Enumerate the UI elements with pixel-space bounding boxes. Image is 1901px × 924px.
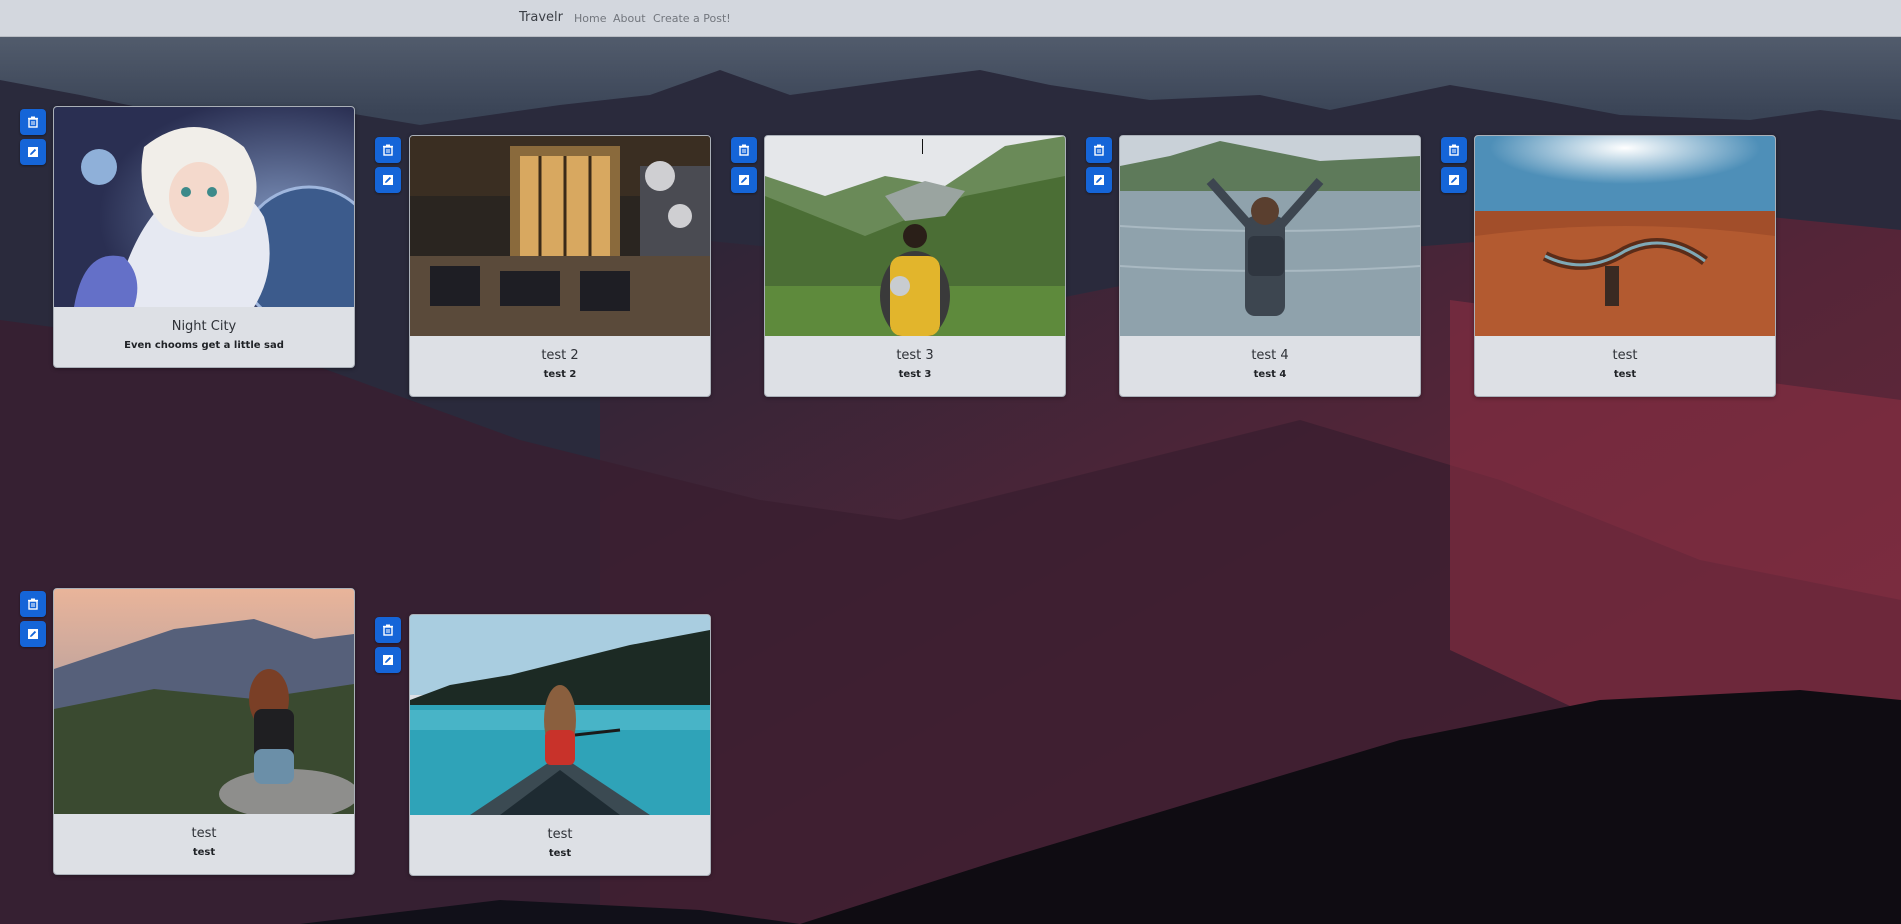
edit-post-button[interactable] (731, 167, 757, 193)
card-text: test (548, 848, 572, 859)
edit-post-button[interactable] (1086, 167, 1112, 193)
edit-icon (383, 175, 393, 185)
card-body: test 2 test 2 (410, 336, 710, 396)
card-body: Night City Even chooms get a little sad (54, 307, 354, 367)
card-title: test (191, 826, 217, 841)
hiker-valley-image (765, 136, 1065, 336)
card-text: test (192, 847, 216, 858)
card-text: Even chooms get a little sad (124, 340, 284, 351)
delete-post-button[interactable] (375, 617, 401, 643)
edit-icon (28, 147, 38, 157)
edit-icon (383, 655, 393, 665)
restaurant-interior-image (410, 136, 710, 336)
lake-cheer-image (1120, 136, 1420, 336)
card-title: test 2 (541, 348, 579, 363)
delete-post-button[interactable] (20, 109, 46, 135)
canoe-lake-image (410, 615, 710, 815)
post-card[interactable]: test 3 test 3 (764, 135, 1066, 397)
post-card[interactable]: test test (1474, 135, 1776, 397)
delete-post-button[interactable] (1441, 137, 1467, 163)
edit-post-button[interactable] (20, 621, 46, 647)
trash-icon (28, 116, 38, 128)
card-title: test 4 (1251, 348, 1289, 363)
mountain-sunset-image (54, 589, 354, 814)
trash-icon (1449, 144, 1459, 156)
edit-post-button[interactable] (375, 647, 401, 673)
edit-post-button[interactable] (20, 139, 46, 165)
trash-icon (739, 144, 749, 156)
card-body: test test (1475, 336, 1775, 396)
post-card[interactable]: Night City Even chooms get a little sad (53, 106, 355, 368)
card-text: test 4 (1253, 369, 1287, 380)
post-card[interactable]: test test (409, 614, 711, 876)
card-text: test 3 (898, 369, 932, 380)
edit-post-button[interactable] (1441, 167, 1467, 193)
nav-link-home[interactable]: Home (574, 12, 606, 25)
post-card[interactable]: test 4 test 4 (1119, 135, 1421, 397)
edit-icon (28, 629, 38, 639)
nav-link-about[interactable]: About (613, 12, 646, 25)
card-body: test test (410, 815, 710, 875)
post-card[interactable]: test test (53, 588, 355, 875)
trash-icon (383, 624, 393, 636)
trash-icon (1094, 144, 1104, 156)
edit-icon (1094, 175, 1104, 185)
card-title: Night City (171, 319, 237, 334)
card-title: test 3 (896, 348, 934, 363)
card-text: test 2 (543, 369, 577, 380)
card-body: test test (54, 814, 354, 874)
post-card[interactable]: test 2 test 2 (409, 135, 711, 397)
card-text: test (1613, 369, 1637, 380)
canyon-image (1475, 136, 1775, 336)
trash-icon (28, 598, 38, 610)
delete-post-button[interactable] (375, 137, 401, 163)
edit-post-button[interactable] (375, 167, 401, 193)
card-title: test (547, 827, 573, 842)
nav-link-create-post[interactable]: Create a Post! (653, 12, 731, 25)
trash-icon (383, 144, 393, 156)
navbar: Travelr Home About Create a Post! (0, 0, 1901, 37)
anime-astronaut-image (54, 107, 354, 307)
text-caret (922, 139, 923, 154)
card-title: test (1612, 348, 1638, 363)
edit-icon (1449, 175, 1459, 185)
card-body: test 3 test 3 (765, 336, 1065, 396)
delete-post-button[interactable] (731, 137, 757, 163)
delete-post-button[interactable] (20, 591, 46, 617)
card-body: test 4 test 4 (1120, 336, 1420, 396)
brand-logo[interactable]: Travelr (519, 10, 563, 25)
delete-post-button[interactable] (1086, 137, 1112, 163)
edit-icon (739, 175, 749, 185)
